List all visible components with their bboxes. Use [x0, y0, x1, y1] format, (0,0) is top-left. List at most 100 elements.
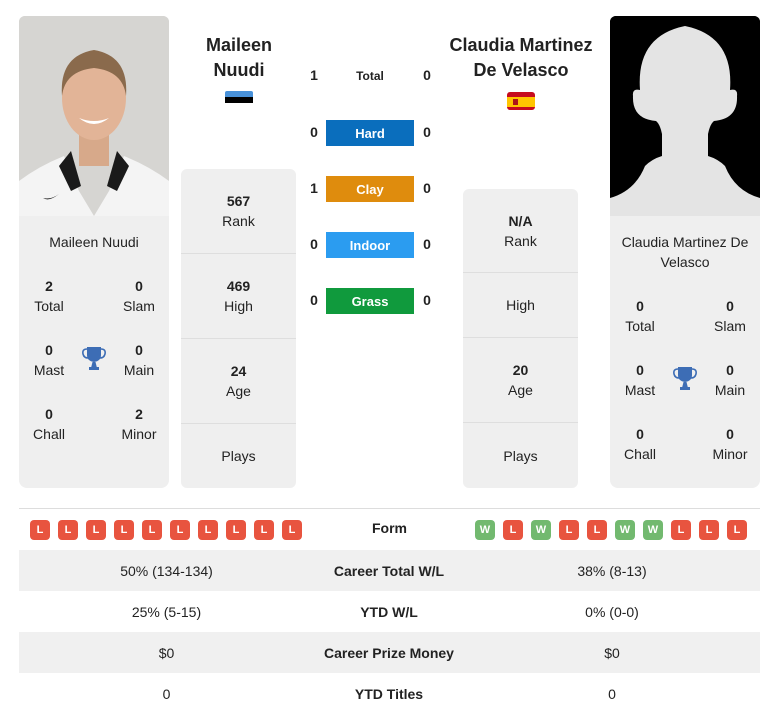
- player-left-name-heading[interactable]: Maileen Nuudi: [159, 33, 319, 83]
- form-badge-win[interactable]: W: [615, 520, 635, 540]
- estonia-flag-icon: [225, 91, 253, 109]
- comparison-row: 0 YTD Titles 0: [19, 673, 760, 714]
- h2h-row-total: 1 Total 0: [300, 63, 440, 89]
- spain-flag-icon: [507, 92, 535, 110]
- name-line: Maileen: [205, 35, 273, 55]
- left-value: $0: [158, 644, 175, 661]
- titles-chall: 0 Chall: [624, 426, 656, 462]
- player-left-titles-card: Maileen Nuudi 2 Total 0 Slam 0 Mast 0 Main 0…: [19, 216, 169, 488]
- h2h-right-value: 0: [423, 236, 431, 252]
- card-name-line: Claudia Martinez De: [621, 234, 749, 250]
- h2h-row-clay: 1 Clay 0: [300, 176, 440, 202]
- h2h-right-value: 0: [423, 180, 431, 196]
- form-badge-win[interactable]: W: [475, 520, 495, 540]
- form-badge-loss[interactable]: L: [142, 520, 162, 540]
- form-badge-loss[interactable]: L: [114, 520, 134, 540]
- surface-badge-clay[interactable]: Clay: [326, 176, 414, 202]
- form-badge-loss[interactable]: L: [254, 520, 274, 540]
- row-label: Career Prize Money: [324, 644, 454, 661]
- trophy-icon: [673, 365, 697, 391]
- form-badge-win[interactable]: W: [643, 520, 663, 540]
- form-label: Form: [372, 520, 407, 536]
- form-badge-loss[interactable]: L: [699, 520, 719, 540]
- form-badge-loss[interactable]: L: [58, 520, 78, 540]
- form-badge-loss[interactable]: L: [198, 520, 218, 540]
- form-badge-loss[interactable]: L: [30, 520, 50, 540]
- left-value: 25% (5-15): [131, 603, 202, 620]
- name-line: Nuudi: [213, 60, 265, 80]
- right-value: 0: [608, 685, 616, 702]
- silhouette-placeholder-icon: [610, 16, 760, 216]
- stat-plays: Plays: [221, 448, 256, 464]
- player-left-card-name[interactable]: Maileen Nuudi: [19, 232, 169, 252]
- stat-plays: Plays: [503, 447, 538, 464]
- form-row: LLLLLLLLLL Form WLWLLWWLLL: [19, 510, 760, 549]
- left-value: 0: [162, 685, 171, 702]
- comparison-row: $0 Career Prize Money $0: [19, 632, 760, 673]
- player-right-stats: N/A Rank High 20 Age Plays: [463, 189, 578, 488]
- right-value: $0: [604, 644, 620, 661]
- stat-rank: N/A Rank: [463, 189, 578, 273]
- name-line: Claudia Martinez: [449, 35, 593, 55]
- form-badge-loss[interactable]: L: [282, 520, 302, 540]
- right-value: 38% (8-13): [577, 562, 647, 579]
- h2h-left-value: 0: [310, 124, 318, 140]
- stat-high: High: [463, 273, 578, 338]
- trophy-icon: [82, 345, 106, 371]
- titles-chall: 0 Chall: [33, 406, 65, 442]
- form-badge-loss[interactable]: L: [559, 520, 579, 540]
- stat-high: 469 High: [181, 254, 296, 339]
- player-right-titles-card: Claudia Martinez De Velasco 0 Total 0 Slam…: [610, 216, 760, 488]
- surface-badge-indoor[interactable]: Indoor: [326, 232, 414, 258]
- surface-badge-grass[interactable]: Grass: [326, 288, 414, 314]
- row-label: YTD Titles: [354, 685, 424, 702]
- h2h-left-value: 0: [310, 292, 318, 308]
- player-photo-image: [19, 16, 169, 216]
- form-badge-loss[interactable]: L: [503, 520, 523, 540]
- titles-mast: 0 Mast: [624, 362, 656, 398]
- h2h-right-value: 0: [423, 292, 431, 308]
- stat-rank: 567 Rank: [181, 169, 296, 254]
- h2h-row-hard: 0 Hard 0: [300, 120, 440, 146]
- name-line: De Velasco: [473, 60, 569, 80]
- titles-minor: 2 Minor: [121, 406, 157, 442]
- form-badge-loss[interactable]: L: [727, 520, 747, 540]
- surface-badge-hard[interactable]: Hard: [326, 120, 414, 146]
- h2h-left-value: 0: [310, 236, 318, 252]
- player-right-name-heading[interactable]: Claudia Martinez De Velasco: [441, 33, 601, 83]
- stat-age: 24 Age: [181, 339, 296, 424]
- left-value: 50% (134-134): [120, 562, 213, 579]
- comparison-row: 50% (134-134) Career Total W/L 38% (8-13…: [19, 550, 760, 591]
- titles-main: 0 Main: [123, 342, 155, 378]
- form-badge-win[interactable]: W: [531, 520, 551, 540]
- player-left-stats: 567 Rank 469 High 24 Age Plays: [181, 169, 296, 488]
- player-right-photo: [610, 16, 760, 216]
- row-label: Career Total W/L: [333, 562, 445, 579]
- h2h-right-value: 0: [423, 124, 431, 140]
- card-name-line: Velasco: [660, 254, 710, 270]
- surface-label-total: Total: [356, 69, 384, 83]
- titles-slam: 0 Slam: [123, 278, 155, 314]
- titles-main: 0 Main: [714, 362, 746, 398]
- form-badge-loss[interactable]: L: [86, 520, 106, 540]
- player-left-photo: [19, 16, 169, 216]
- form-badge-loss[interactable]: L: [587, 520, 607, 540]
- form-badge-loss[interactable]: L: [671, 520, 691, 540]
- row-label: YTD W/L: [360, 603, 418, 620]
- titles-total: 2 Total: [34, 278, 64, 314]
- titles-total: 0 Total: [625, 298, 655, 334]
- titles-minor: 0 Minor: [712, 426, 748, 462]
- h2h-left-value: 1: [310, 180, 318, 196]
- form-badge-loss[interactable]: L: [226, 520, 246, 540]
- titles-mast: 0 Mast: [33, 342, 65, 378]
- player-right-card-name[interactable]: Claudia Martinez De Velasco: [610, 232, 760, 272]
- form-badge-loss[interactable]: L: [170, 520, 190, 540]
- right-value: 0% (0-0): [585, 603, 639, 620]
- divider: [19, 508, 760, 509]
- comparison-row: 25% (5-15) YTD W/L 0% (0-0): [19, 591, 760, 632]
- h2h-row-grass: 0 Grass 0: [300, 288, 440, 314]
- h2h-right-value: 0: [423, 67, 431, 83]
- h2h-left-value: 1: [310, 67, 318, 83]
- h2h-row-indoor: 0 Indoor 0: [300, 232, 440, 258]
- titles-slam: 0 Slam: [714, 298, 746, 334]
